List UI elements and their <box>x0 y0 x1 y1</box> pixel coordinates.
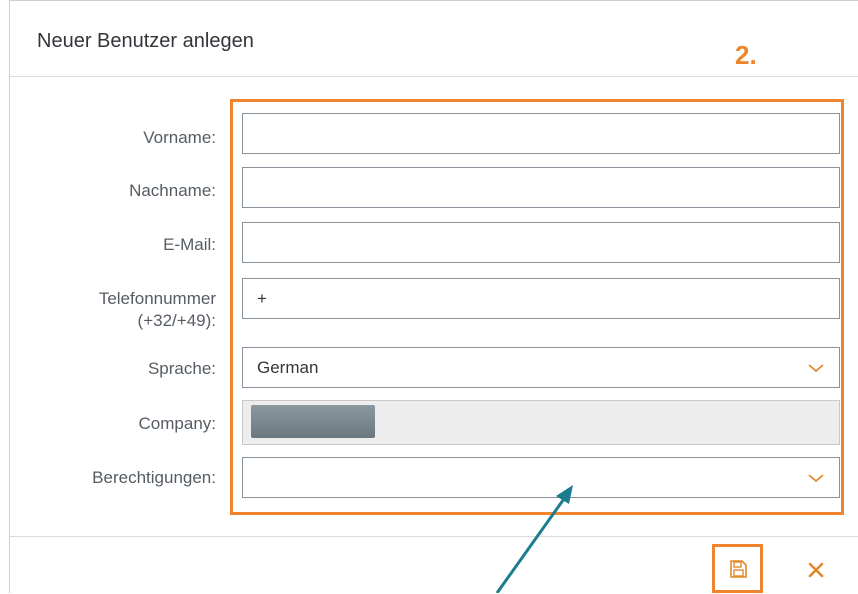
label-berechtigungen: Berechtigungen: <box>92 468 216 487</box>
step-annotation: 2. <box>735 40 757 70</box>
label-email: E-Mail: <box>163 235 216 254</box>
sprache-selected-value: German <box>257 357 319 377</box>
nachname-input[interactable] <box>242 167 840 208</box>
berechtigungen-select[interactable] <box>242 457 840 498</box>
label-telefonnummer-line2: (+32/+49): <box>137 311 216 330</box>
chevron-down-icon[interactable] <box>807 362 825 374</box>
company-redacted-value <box>251 405 375 438</box>
save-icon <box>729 559 747 578</box>
sprache-select[interactable]: German <box>242 347 840 388</box>
label-vorname: Vorname: <box>143 128 216 147</box>
label-telefonnummer-line1: Telefonnummer <box>98 289 216 308</box>
save-button[interactable] <box>712 544 763 593</box>
dialog-header: Neuer Benutzer anlegen <box>10 1 858 77</box>
telefonnummer-input[interactable] <box>242 278 840 319</box>
dialog-title: Neuer Benutzer anlegen <box>37 30 254 52</box>
close-button[interactable] <box>800 554 832 586</box>
label-sprache: Sprache: <box>147 359 216 378</box>
chevron-down-icon[interactable] <box>807 472 825 484</box>
company-field <box>242 400 840 445</box>
vorname-input[interactable] <box>242 113 840 154</box>
close-icon <box>808 562 824 578</box>
label-company: Company: <box>138 414 216 433</box>
email-input[interactable] <box>242 222 840 263</box>
label-nachname: Nachname: <box>129 181 216 200</box>
